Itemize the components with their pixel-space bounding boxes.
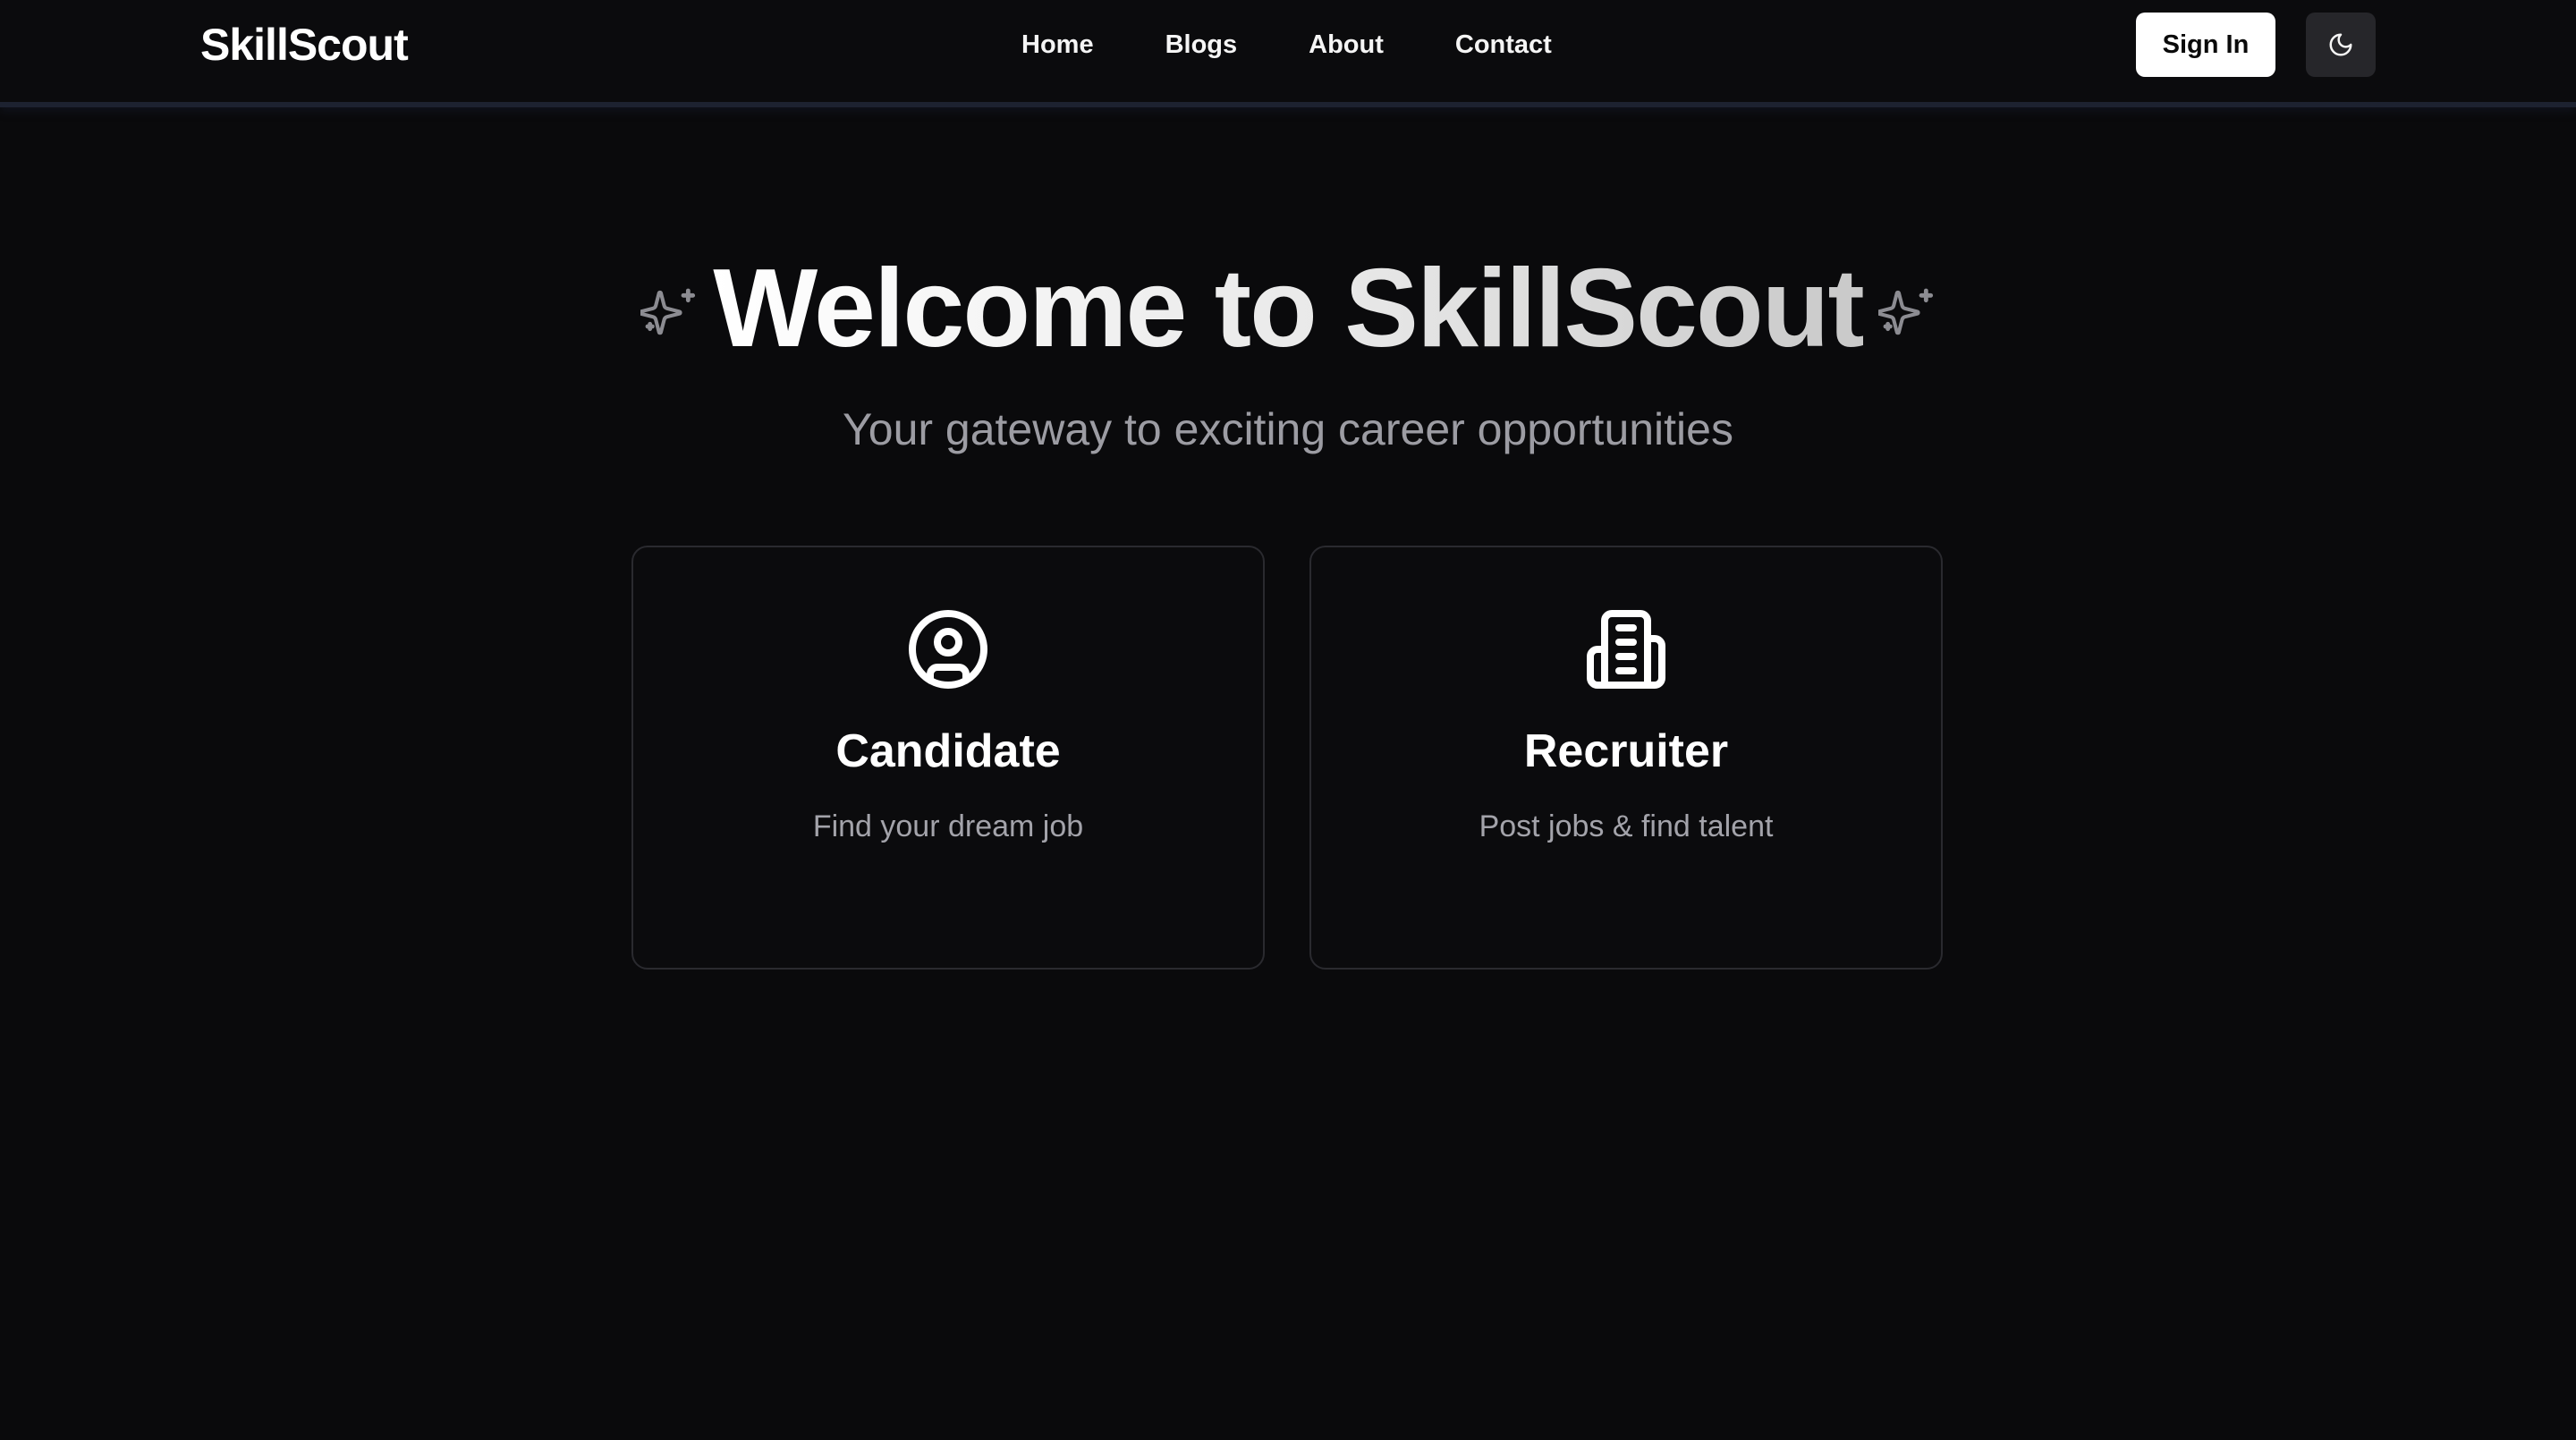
nav-link-about[interactable]: About — [1309, 27, 1384, 63]
hero-heading-row: Welcome to SkillScout — [0, 241, 2576, 376]
nav-link-home[interactable]: Home — [1021, 27, 1094, 63]
building-icon — [1311, 606, 1941, 692]
moon-icon — [2327, 31, 2354, 58]
sign-in-button[interactable]: Sign In — [2136, 13, 2275, 77]
nav-link-contact[interactable]: Contact — [1455, 27, 1552, 63]
card-title: Recruiter — [1523, 725, 1729, 777]
hero-subtitle: Your gateway to exciting career opportun… — [843, 404, 1733, 454]
top-navbar: SkillScout Home Blogs About Contact Sign… — [0, 0, 2576, 107]
candidate-card[interactable]: Candidate Find your dream job — [631, 546, 1265, 970]
brand-logo[interactable]: SkillScout — [200, 20, 409, 70]
recruiter-card[interactable]: Recruiter Post jobs & find talent — [1309, 546, 1943, 970]
main-nav: Home Blogs About Contact — [1021, 27, 1552, 63]
nav-link-blogs[interactable]: Blogs — [1165, 27, 1238, 63]
page-title: Welcome to SkillScout — [713, 241, 1865, 376]
card-description: Post jobs & find talent — [1479, 809, 1774, 843]
sparkles-icon — [640, 283, 699, 342]
card-title: Candidate — [835, 725, 1061, 777]
sparkles-icon — [1877, 283, 1936, 342]
user-circle-icon — [633, 606, 1263, 692]
theme-toggle-button[interactable] — [2306, 13, 2376, 77]
card-description: Find your dream job — [812, 809, 1084, 843]
